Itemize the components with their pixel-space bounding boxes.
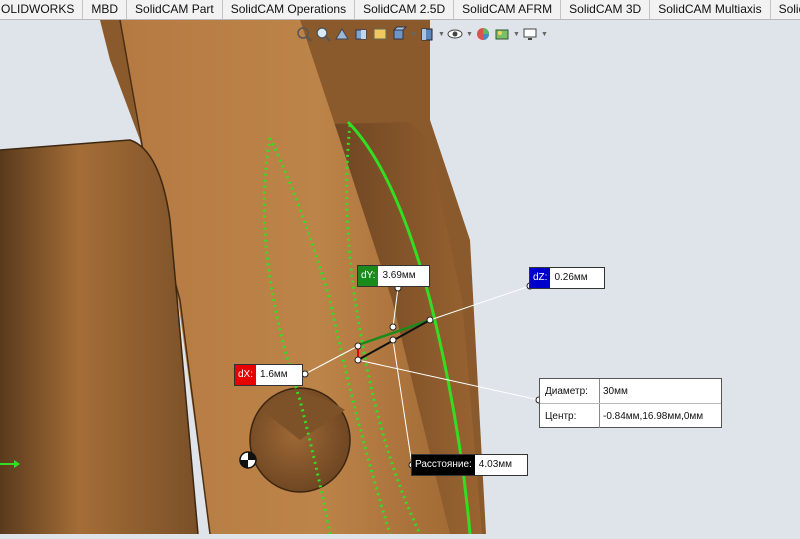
distance-callout[interactable]: Расстояние: 4.03мм <box>411 454 528 476</box>
dz-value: 0.26мм <box>550 268 605 288</box>
tab-solidworks[interactable]: OLIDWORKS <box>0 0 84 19</box>
dy-value: 3.69мм <box>378 266 430 286</box>
zoom-to-fit-icon[interactable] <box>296 26 312 42</box>
display-style-icon[interactable] <box>419 26 435 42</box>
tab-solidcam-operations[interactable]: SolidCAM Operations <box>223 0 356 19</box>
apply-scene-icon[interactable] <box>494 26 510 42</box>
chevron-down-icon[interactable]: ▼ <box>466 31 473 38</box>
tab-solidcam-multiaxis[interactable]: SolidCAM Multiaxis <box>650 0 771 19</box>
chevron-down-icon[interactable]: ▼ <box>438 31 445 38</box>
previous-view-icon[interactable] <box>334 26 350 42</box>
distance-value: 4.03мм <box>474 455 527 475</box>
tab-solidcam-afrm[interactable]: SolidCAM AFRM <box>454 0 562 19</box>
tab-solidcam-part[interactable]: SolidCAM Part <box>127 0 223 19</box>
dz-callout[interactable]: dZ: 0.26мм <box>529 267 606 289</box>
chevron-down-icon[interactable]: ▼ <box>513 31 520 38</box>
dynamic-annotation-icon[interactable] <box>372 26 388 42</box>
tab-solidcam-3d[interactable]: SolidCAM 3D <box>561 0 651 19</box>
heads-up-view-toolbar: ▼ ▼ ▼ ▼ ▼ <box>296 24 548 44</box>
dz-label: dZ: <box>530 268 551 288</box>
dy-label: dY: <box>358 266 379 286</box>
section-view-icon[interactable] <box>353 26 369 42</box>
dx-label: dX: <box>235 365 257 385</box>
dx-value: 1.6мм <box>256 365 303 385</box>
dy-callout[interactable]: dY: 3.69мм <box>357 265 431 287</box>
hide-show-icon[interactable] <box>447 26 463 42</box>
diameter-label: Диаметр: <box>540 379 600 403</box>
chevron-down-icon[interactable]: ▼ <box>410 31 417 38</box>
distance-label: Расстояние: <box>412 455 475 475</box>
edit-appearance-icon[interactable] <box>475 26 491 42</box>
dx-callout[interactable]: dX: 1.6мм <box>234 364 304 386</box>
chevron-down-icon[interactable]: ▼ <box>541 31 548 38</box>
diameter-value: 30мм <box>603 385 628 397</box>
tab-solidcam-25d[interactable]: SolidCAM 2.5D <box>355 0 455 19</box>
origin-marker-icon <box>239 451 257 469</box>
zoom-area-icon[interactable] <box>315 26 331 42</box>
arc-info-callout[interactable]: Диаметр: 30мм Центр: -0.84мм,16.98мм,0мм <box>539 378 722 428</box>
tab-mbd[interactable]: MBD <box>83 0 128 19</box>
tab-solidcam-turning[interactable]: SolidCAM Tur <box>771 0 800 19</box>
center-label: Центр: <box>540 404 600 428</box>
view-orientation-icon[interactable] <box>391 26 407 42</box>
center-value: -0.84мм,16.98мм,0мм <box>603 410 704 422</box>
command-manager-tabs: OLIDWORKS MBD SolidCAM Part SolidCAM Ope… <box>0 0 800 20</box>
view-settings-icon[interactable] <box>522 26 538 42</box>
